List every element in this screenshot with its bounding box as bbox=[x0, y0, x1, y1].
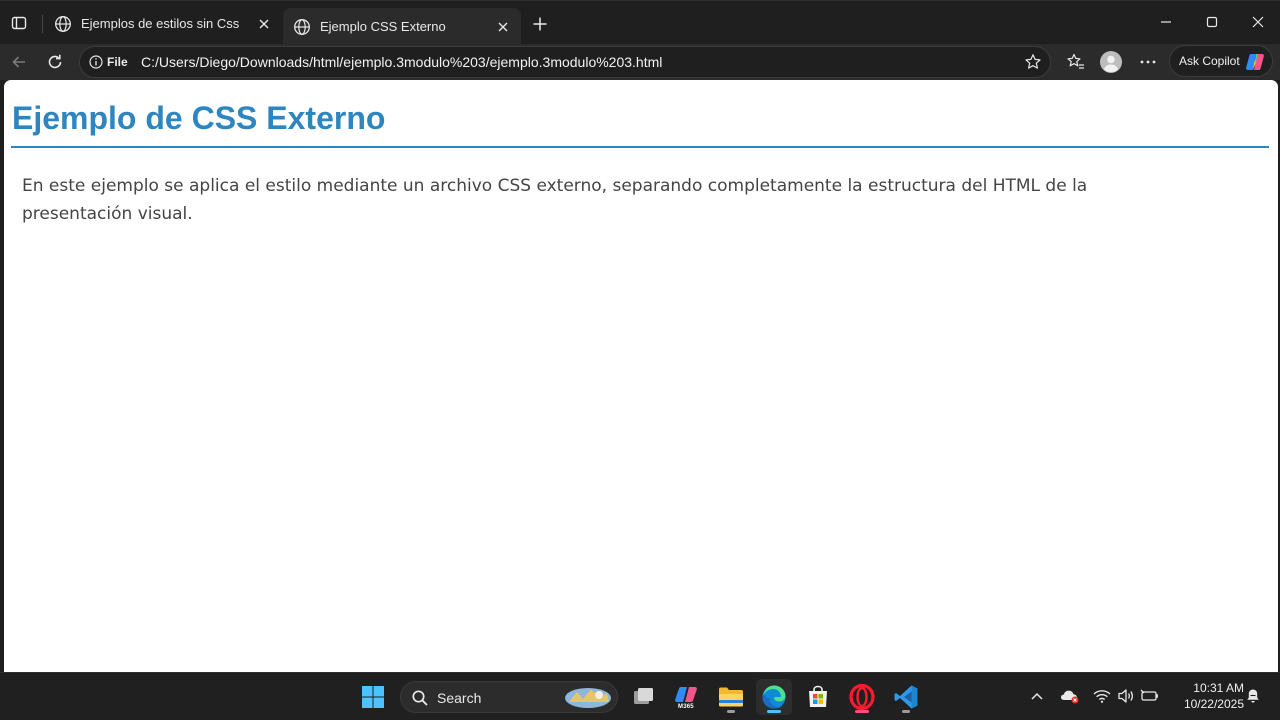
wifi-icon[interactable] bbox=[1092, 686, 1112, 706]
volume-icon[interactable] bbox=[1116, 686, 1136, 706]
active-app-indicator bbox=[767, 710, 781, 713]
search-icon bbox=[412, 690, 428, 706]
maximize-icon[interactable] bbox=[1192, 9, 1232, 35]
chevron-up-icon[interactable] bbox=[1027, 686, 1047, 706]
back-arrow-icon[interactable] bbox=[6, 49, 32, 75]
windows-taskbar: Search M365 10:31 AM 10/22/2025 bbox=[0, 672, 1280, 720]
favorite-star-icon[interactable] bbox=[1024, 53, 1042, 71]
url-text[interactable]: C:/Users/Diego/Downloads/html/ejemplo.3m… bbox=[141, 54, 662, 70]
browser-toolbar: File C:/Users/Diego/Downloads/html/ejemp… bbox=[0, 44, 1280, 80]
ask-copilot-label: Ask Copilot bbox=[1179, 54, 1240, 68]
new-tab-icon[interactable] bbox=[528, 13, 552, 35]
copilot-icon bbox=[1246, 54, 1264, 70]
edge-icon[interactable] bbox=[756, 679, 792, 715]
close-window-icon[interactable] bbox=[1238, 9, 1278, 35]
address-bar[interactable]: File C:/Users/Diego/Downloads/html/ejemp… bbox=[79, 46, 1051, 78]
favorites-icon[interactable] bbox=[1065, 51, 1087, 73]
close-tab-icon[interactable] bbox=[256, 16, 272, 32]
m365-copilot-icon[interactable]: M365 bbox=[668, 679, 704, 715]
task-view-icon[interactable] bbox=[625, 679, 661, 715]
vscode-icon[interactable] bbox=[888, 679, 924, 715]
running-indicator bbox=[855, 710, 869, 713]
running-indicator bbox=[902, 710, 910, 713]
minimize-icon[interactable] bbox=[1146, 9, 1186, 35]
tab-title: Ejemplo CSS Externo bbox=[320, 19, 446, 34]
profile-avatar-icon[interactable] bbox=[1100, 51, 1122, 73]
tab-ejemplo-css-externo[interactable]: Ejemplo CSS Externo bbox=[283, 8, 521, 45]
notification-icon[interactable] bbox=[1243, 686, 1263, 706]
search-label: Search bbox=[437, 690, 482, 706]
page-heading: Ejemplo de CSS Externo bbox=[12, 100, 386, 136]
info-icon[interactable] bbox=[89, 55, 103, 69]
browser-titlebar: Ejemplos de estilos sin Css Ejemplo CSS … bbox=[0, 0, 1280, 45]
microsoft-store-icon[interactable] bbox=[800, 679, 836, 715]
opera-icon[interactable] bbox=[844, 679, 880, 715]
tab-title: Ejemplos de estilos sin Css bbox=[81, 16, 240, 31]
more-options-icon[interactable] bbox=[1137, 51, 1159, 73]
scheme-label: File bbox=[107, 55, 128, 69]
ask-copilot-button[interactable]: Ask Copilot bbox=[1169, 45, 1273, 77]
file-explorer-icon[interactable] bbox=[713, 679, 749, 715]
system-clock[interactable]: 10:31 AM 10/22/2025 bbox=[1168, 680, 1244, 712]
tab-ejemplos-sin-css[interactable]: Ejemplos de estilos sin Css bbox=[44, 8, 282, 39]
clock-time: 10:31 AM bbox=[1193, 681, 1244, 695]
tab-separator bbox=[42, 15, 43, 33]
running-indicator bbox=[727, 710, 735, 713]
page-viewport: Ejemplo de CSS Externo En este ejemplo s… bbox=[4, 80, 1278, 672]
search-highlight-art-icon bbox=[565, 688, 611, 708]
globe-icon bbox=[55, 15, 71, 32]
globe-icon bbox=[294, 18, 310, 35]
page-paragraph: En este ejemplo se aplica el estilo medi… bbox=[22, 176, 1088, 224]
windows-start-icon[interactable] bbox=[355, 679, 391, 715]
refresh-icon[interactable] bbox=[42, 49, 68, 75]
m365-label: M365 bbox=[678, 704, 694, 710]
battery-icon[interactable] bbox=[1140, 686, 1160, 706]
onedrive-icon[interactable] bbox=[1060, 686, 1080, 706]
tab-actions-icon[interactable] bbox=[8, 12, 30, 34]
taskbar-search-box[interactable]: Search bbox=[400, 681, 618, 713]
close-tab-icon[interactable] bbox=[495, 19, 511, 35]
heading-underline bbox=[11, 146, 1269, 148]
clock-date: 10/22/2025 bbox=[1183, 697, 1244, 711]
